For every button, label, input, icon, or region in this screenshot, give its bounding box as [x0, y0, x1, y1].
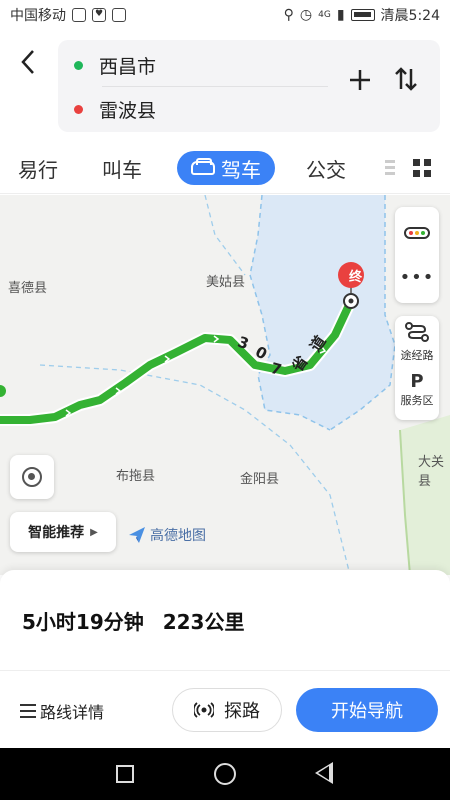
start-label: 西昌市	[99, 56, 157, 78]
app-notification-icon	[72, 8, 86, 22]
waypoint-road-button[interactable]: 途经路	[395, 322, 439, 363]
smart-recommend-label: 智能推荐	[28, 525, 85, 541]
add-waypoint-button[interactable]	[348, 68, 372, 98]
traffic-light-icon[interactable]	[404, 227, 430, 239]
back-triangle-icon[interactable]	[315, 762, 333, 784]
list-icon	[20, 704, 36, 718]
system-nav-bar	[0, 748, 450, 800]
tab-overflow-hint	[385, 160, 395, 178]
route-details-label: 路线详情	[40, 703, 105, 722]
home-icon[interactable]	[214, 763, 236, 785]
locate-button[interactable]	[10, 455, 54, 499]
end-field[interactable]: 雷波县	[74, 96, 156, 123]
place-label: 布拖县	[116, 469, 156, 484]
amap-logo-text: 高德地图	[150, 528, 206, 544]
start-dot-icon	[74, 61, 83, 70]
locate-icon	[22, 467, 42, 487]
message-notification-icon	[112, 8, 126, 22]
chevron-left-icon	[21, 50, 34, 74]
mode-tabs: 易行 叫车 驾车 公交	[0, 142, 450, 194]
route-start-cap	[0, 385, 6, 397]
service-area-button[interactable]: P 服务区	[395, 372, 439, 408]
route-summary-panel[interactable]: 5小时19分钟 223公里	[0, 570, 450, 670]
start-navigation-button[interactable]: 开始导航	[296, 688, 438, 732]
service-area-icon: P	[410, 371, 424, 392]
place-label: 大关县	[418, 455, 445, 489]
heart-notification-icon: ♥	[92, 8, 106, 22]
route-divider	[102, 86, 328, 87]
alarm-icon: ◷	[299, 7, 313, 23]
service-area-label: 服务区	[400, 394, 434, 407]
end-marker-label: 终	[349, 270, 363, 285]
battery-icon	[350, 9, 375, 21]
carrier-label: 中国移动	[10, 8, 66, 24]
route-header: 西昌市 雷波县	[0, 30, 450, 142]
place-label: 金阳县	[240, 472, 280, 487]
swap-route-button[interactable]	[394, 66, 418, 99]
place-label: 喜德县	[8, 281, 48, 296]
network-label: 4G	[318, 10, 331, 20]
explore-label: 探路	[224, 701, 260, 722]
waypoint-road-label: 途经路	[400, 349, 434, 362]
recent-apps-icon[interactable]	[116, 765, 134, 783]
waypoint-route-icon	[395, 322, 439, 347]
car-icon	[191, 158, 215, 175]
broadcast-icon	[194, 702, 214, 718]
county-boundary	[204, 195, 246, 276]
plus-icon	[350, 70, 370, 90]
start-field[interactable]: 西昌市	[74, 52, 156, 79]
tab-drive-label: 驾车	[221, 157, 261, 182]
end-point-dot	[348, 298, 354, 304]
more-options-icon[interactable]: •••	[395, 267, 439, 288]
traffic-controls: •••	[395, 207, 439, 303]
explore-button[interactable]: 探路	[172, 688, 282, 732]
amap-logo: 高德地图	[128, 525, 206, 545]
tab-taxi[interactable]: 叫车	[102, 151, 142, 185]
swap-icon	[395, 67, 417, 91]
grid-menu-icon[interactable]	[413, 159, 431, 177]
back-button[interactable]	[14, 48, 42, 76]
end-dot-icon	[74, 105, 83, 114]
tab-transit[interactable]: 公交	[306, 151, 346, 185]
route-summary: 5小时19分钟 223公里	[22, 606, 256, 635]
amap-logo-icon	[129, 527, 145, 543]
tab-yixing[interactable]: 易行	[18, 151, 58, 185]
clock: 清晨5:24	[380, 8, 440, 24]
route-box: 西昌市 雷波县	[58, 40, 440, 132]
water-area	[250, 195, 395, 430]
action-bar: 路线详情 探路 开始导航	[0, 670, 450, 748]
route-details-button[interactable]: 路线详情	[20, 699, 104, 723]
triangle-right-icon: ▶	[90, 526, 98, 538]
signal-icon: ▮	[336, 7, 345, 23]
end-label: 雷波县	[99, 100, 157, 122]
location-icon: ⚲	[283, 7, 294, 23]
tab-drive[interactable]: 驾车	[177, 151, 275, 185]
place-label: 美姑县	[206, 275, 246, 290]
smart-recommend-button[interactable]: 智能推荐 ▶	[10, 512, 116, 552]
map-side-controls: 途经路 P 服务区	[395, 316, 439, 420]
duration: 5小时19分钟	[22, 610, 144, 634]
distance: 223公里	[162, 610, 245, 634]
status-bar: 中国移动 ♥ ⚲ ◷ 4G ▮ 清晨5:24	[0, 0, 450, 30]
